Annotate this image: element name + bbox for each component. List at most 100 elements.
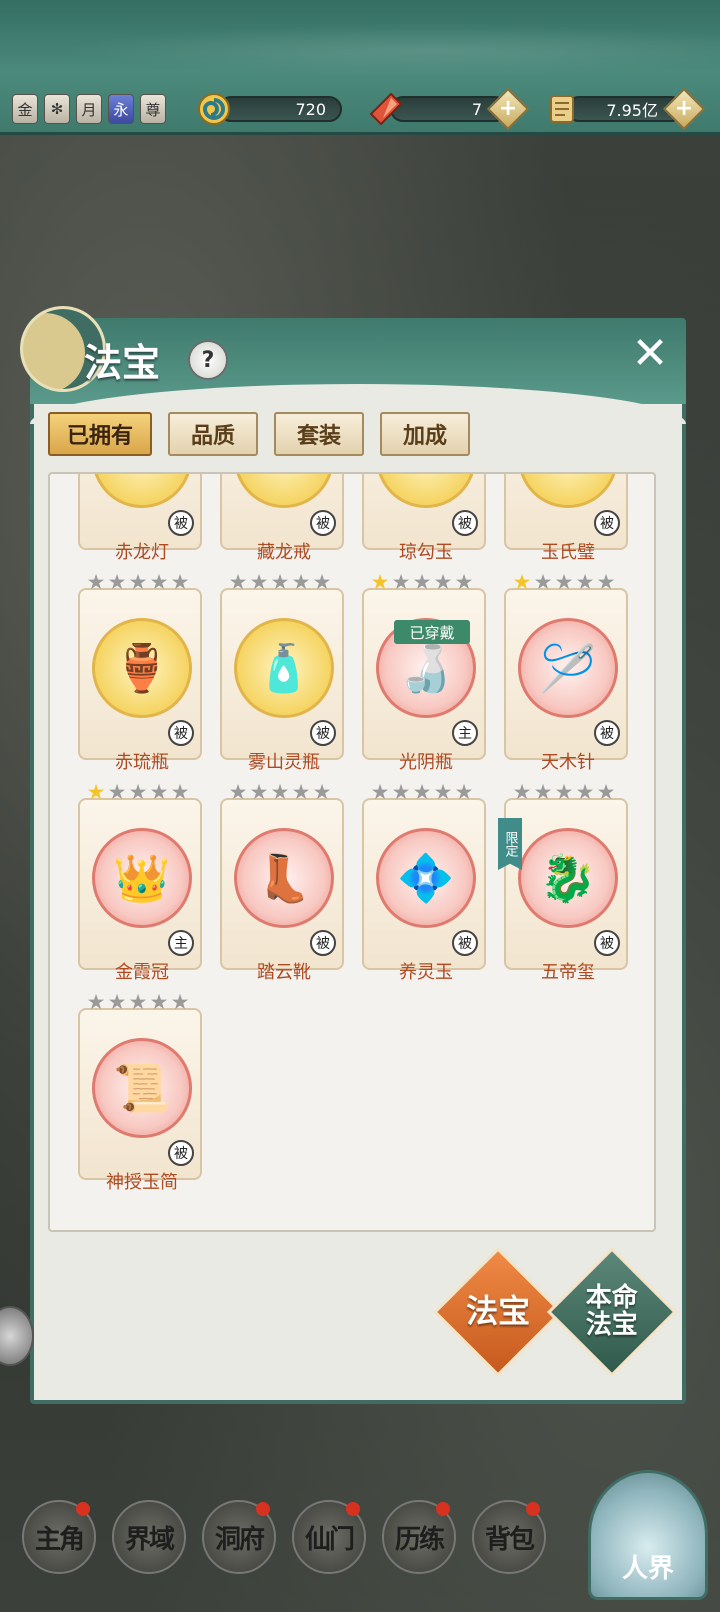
tab-set[interactable]: 套装 bbox=[274, 412, 364, 456]
add-crystal-button[interactable]: + bbox=[486, 87, 530, 131]
star-icon: ★ bbox=[412, 780, 432, 804]
nav-sect[interactable]: 仙门 bbox=[292, 1500, 366, 1574]
nav-training[interactable]: 历练 bbox=[382, 1500, 456, 1574]
notification-dot bbox=[436, 1502, 450, 1516]
nav-cave[interactable]: 洞府 bbox=[202, 1500, 276, 1574]
item-name: 光阴瓶 bbox=[399, 752, 453, 773]
star-icon: ★ bbox=[533, 780, 553, 804]
fabao-card[interactable]: 被 玉氏璧 bbox=[504, 474, 628, 563]
star-icon: ★ bbox=[533, 570, 553, 594]
item-name: 赤琉瓶 bbox=[115, 752, 169, 773]
tab-quality[interactable]: 品质 bbox=[168, 412, 258, 456]
fabao-list[interactable]: 被 赤龙灯 被 藏龙戒 被 琼勾玉 被 玉氏璧 🏺 被赤琉瓶 ★ ★ ★ ★ ★… bbox=[48, 472, 656, 1232]
badge-honor[interactable]: 尊 bbox=[140, 94, 166, 124]
bottom-nav: 主角 界域 洞府 仙门 历练 背包 人界 bbox=[0, 1470, 720, 1612]
item-icon: 👢 bbox=[234, 828, 334, 928]
passive-tag: 被 bbox=[594, 510, 620, 536]
fabao-card[interactable]: 👢 被踏云靴 ★ ★ ★ ★ ★ bbox=[220, 782, 344, 983]
card-body: 被 玉氏璧 bbox=[504, 474, 628, 563]
star-icon: ★ bbox=[86, 780, 106, 804]
nav-protagonist[interactable]: 主角 bbox=[22, 1500, 96, 1574]
star-icon: ★ bbox=[454, 780, 474, 804]
fabao-button-label: 法宝 bbox=[465, 1292, 531, 1331]
star-icon: ★ bbox=[391, 570, 411, 594]
badge-flower[interactable]: ✻ bbox=[44, 94, 70, 124]
fabao-card[interactable]: 🐉 限定被五帝玺 ★ ★ ★ ★ ★ bbox=[498, 780, 628, 983]
fabao-card[interactable]: 🪡 被天木针 ★ ★ ★ ★ ★ bbox=[504, 570, 628, 773]
item-name: 五帝玺 bbox=[541, 962, 595, 983]
nav-backpack[interactable]: 背包 bbox=[472, 1500, 546, 1574]
card-body: 👑 主金霞冠 bbox=[78, 798, 202, 983]
star-icon: ★ bbox=[554, 570, 574, 594]
badge-month[interactable]: 月 bbox=[76, 94, 102, 124]
tab-owned[interactable]: 已拥有 bbox=[48, 412, 152, 456]
scroll-icon bbox=[544, 91, 580, 127]
passive-tag: 被 bbox=[310, 510, 336, 536]
star-icon: ★ bbox=[291, 570, 311, 594]
tab-bonus[interactable]: 加成 bbox=[380, 412, 470, 456]
fabao-panel: 法宝 ? ✕ 已拥有 品质 套装 加成 被 赤龙灯 被 藏龙戒 被 琼勾玉 被 … bbox=[20, 306, 686, 1404]
star-icon: ★ bbox=[370, 570, 390, 594]
star-icon: ★ bbox=[433, 570, 453, 594]
fabao-card[interactable]: 被 琼勾玉 bbox=[362, 474, 486, 563]
star-rating: ★ ★ ★ ★ ★ bbox=[86, 780, 190, 804]
nav-label: 洞府 bbox=[214, 1524, 265, 1555]
spiral-icon bbox=[196, 91, 232, 127]
card-body: 🍶 已穿戴主光阴瓶 bbox=[362, 588, 486, 773]
fabao-card[interactable]: 被 藏龙戒 bbox=[220, 474, 344, 563]
nav-label: 背包 bbox=[484, 1524, 535, 1555]
active-tag: 主 bbox=[452, 720, 478, 746]
benming-fabao-button[interactable]: 本命 法宝 bbox=[546, 1246, 678, 1378]
item-name: 天木针 bbox=[541, 752, 595, 773]
help-button[interactable]: ? bbox=[188, 340, 228, 380]
item-name: 琼勾玉 bbox=[399, 542, 453, 563]
item-icon: 📜 bbox=[92, 1038, 192, 1138]
fabao-button[interactable]: 法宝 bbox=[432, 1246, 564, 1378]
nav-human-realm[interactable]: 人界 bbox=[588, 1470, 708, 1600]
star-icon: ★ bbox=[107, 990, 127, 1014]
plus-icon: + bbox=[674, 96, 694, 121]
star-icon: ★ bbox=[128, 780, 148, 804]
star-icon: ★ bbox=[596, 570, 616, 594]
badge-forever[interactable]: 永 bbox=[108, 94, 134, 124]
fabao-card[interactable]: 🏺 被赤琉瓶 ★ ★ ★ ★ ★ bbox=[78, 570, 202, 773]
fabao-card[interactable]: 🍶 已穿戴主光阴瓶 ★ ★ ★ ★ ★ bbox=[362, 570, 486, 773]
passive-tag: 被 bbox=[594, 720, 620, 746]
notification-dot bbox=[256, 1502, 270, 1516]
fabao-card[interactable]: 被 赤龙灯 bbox=[78, 474, 202, 563]
star-rating: ★ ★ ★ ★ ★ bbox=[228, 782, 332, 803]
resource-top-bar: 金 ✻ 月 永 尊 720 7 + 7.95亿 + bbox=[0, 0, 720, 135]
benming-button-label: 本命 法宝 bbox=[585, 1282, 639, 1340]
star-icon: ★ bbox=[128, 990, 148, 1014]
fabao-card[interactable]: 📜 被神授玉简 ★ ★ ★ ★ ★ bbox=[78, 990, 202, 1193]
fabao-card[interactable]: 💠 被养灵玉 ★ ★ ★ ★ ★ bbox=[362, 780, 486, 983]
passive-tag: 被 bbox=[452, 930, 478, 956]
panel-title: 法宝 bbox=[84, 340, 161, 385]
star-rating: ★ ★ ★ ★ ★ bbox=[86, 990, 190, 1014]
close-button[interactable]: ✕ bbox=[630, 332, 670, 376]
equipped-badge: 已穿戴 bbox=[394, 620, 470, 644]
fabao-card[interactable]: 👑 主金霞冠 ★ ★ ★ ★ ★ bbox=[78, 780, 202, 983]
item-name: 雾山灵瓶 bbox=[248, 752, 320, 773]
star-icon: ★ bbox=[575, 570, 595, 594]
card-body: 🏺 被赤琉瓶 bbox=[78, 588, 202, 773]
plus-icon: + bbox=[498, 96, 518, 121]
red-crystal-icon bbox=[368, 91, 404, 127]
star-icon: ★ bbox=[554, 780, 574, 804]
privilege-badges: 金 ✻ 月 永 尊 bbox=[12, 94, 166, 124]
notification-dot bbox=[346, 1502, 360, 1516]
add-scroll-button[interactable]: + bbox=[662, 87, 706, 131]
star-icon: ★ bbox=[412, 570, 432, 594]
item-name: 金霞冠 bbox=[115, 962, 169, 983]
star-rating: ★ ★ ★ ★ ★ bbox=[512, 780, 616, 804]
card-body: 💠 被养灵玉 bbox=[362, 798, 486, 983]
star-icon: ★ bbox=[370, 780, 390, 804]
star-icon: ★ bbox=[149, 780, 169, 804]
card-body: 👢 被踏云靴 bbox=[220, 798, 344, 983]
fabao-card[interactable]: 🧴 被雾山灵瓶 ★ ★ ★ ★ ★ bbox=[220, 570, 344, 773]
nav-realm-domain[interactable]: 界域 bbox=[112, 1500, 186, 1574]
item-name: 养灵玉 bbox=[399, 962, 453, 983]
badge-gold[interactable]: 金 bbox=[12, 94, 38, 124]
star-icon: ★ bbox=[270, 570, 290, 594]
star-icon: ★ bbox=[170, 570, 190, 594]
